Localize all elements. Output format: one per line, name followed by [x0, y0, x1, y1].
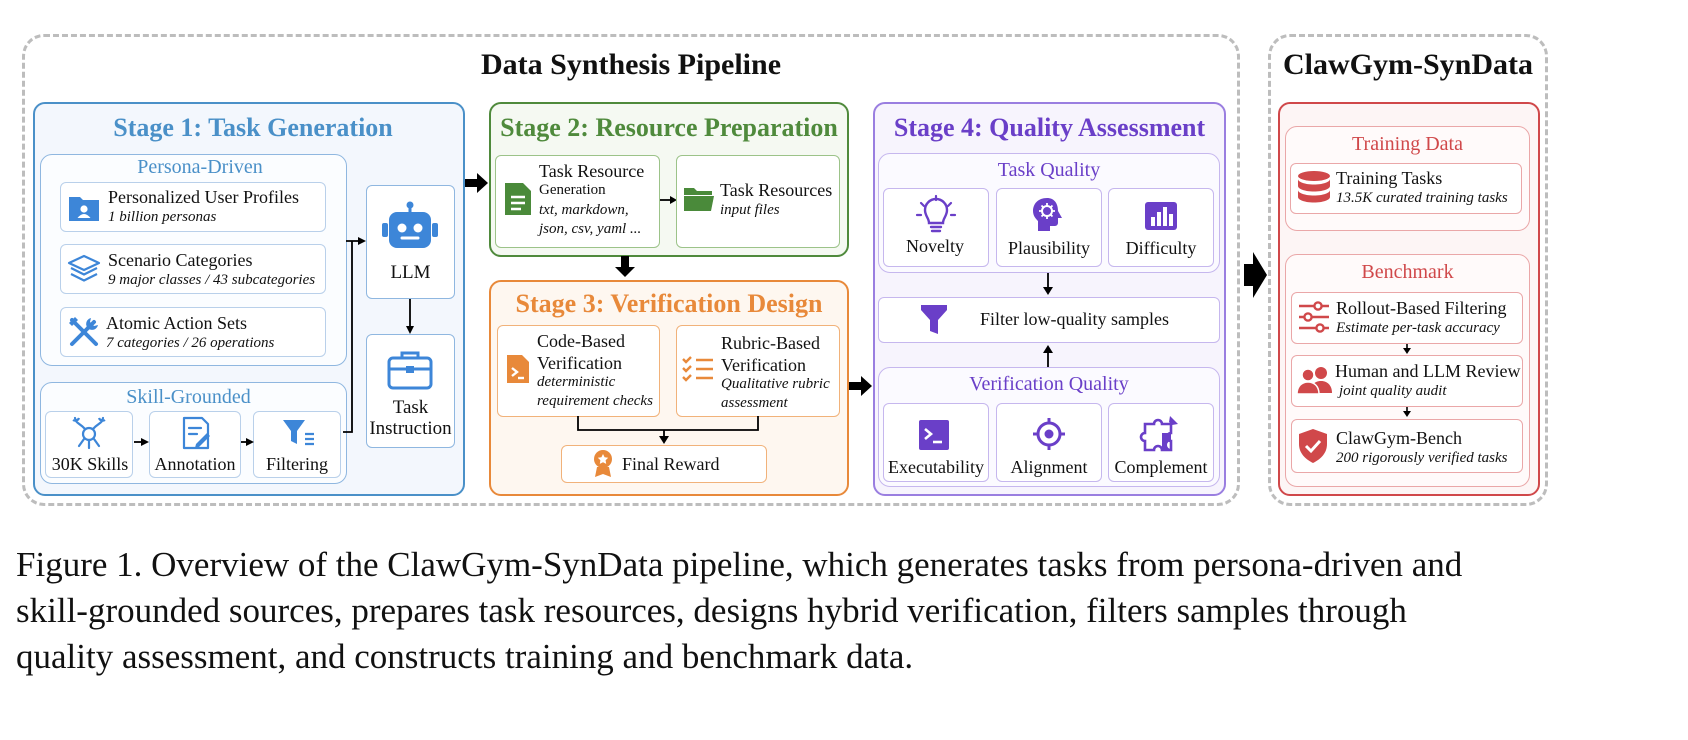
stage4-title: Stage 4: Quality Assessment — [893, 113, 1206, 142]
resource-generation-title: Generation — [539, 182, 606, 198]
benchmark-item-name: Human and LLM Review — [1335, 361, 1521, 381]
stage3-title: Stage 3: Verification Design — [515, 289, 823, 318]
stage3-connectors — [577, 416, 759, 444]
code-file-icon — [507, 355, 529, 383]
training-tasks-name: Training Tasks — [1336, 168, 1443, 188]
rubric-verification-title: Verification — [721, 355, 806, 375]
checklist-icon — [682, 356, 713, 382]
task-quality-label: Plausibility — [1007, 238, 1090, 258]
rubric-verification-sub: Qualitative rubric — [721, 376, 830, 392]
verification-quality-title: Verification Quality — [969, 373, 1129, 395]
arrow-review-to-bench — [1403, 407, 1411, 417]
task-resources-title: Task Resources — [720, 180, 833, 200]
puzzle-icon — [1139, 416, 1178, 452]
funnel-icon — [921, 305, 947, 334]
document-icon — [505, 183, 531, 215]
arrow-stage3-to-stage4 — [849, 376, 872, 396]
final-reward-label: Final Reward — [622, 454, 720, 474]
training-data-title: Training Data — [1352, 133, 1463, 155]
lightbulb-icon — [915, 194, 957, 233]
arrow-verification-quality-to-filter — [1043, 345, 1053, 367]
filter-label: Filter low-quality samples — [980, 309, 1169, 329]
figure-caption: Figure 1. Overview of the ClawGym-SynDat… — [16, 545, 1463, 584]
task-quality-label: Difficulty — [1125, 238, 1197, 258]
arrow-stage1-to-stage2 — [465, 173, 488, 193]
medal-icon — [594, 450, 612, 477]
bar-chart-icon — [1145, 202, 1177, 230]
figure-caption: quality assessment, and constructs train… — [16, 637, 914, 676]
arrow-stage2-to-stage3 — [615, 256, 635, 277]
rubric-verification-title: Rubric-Based — [721, 333, 820, 353]
arrow-pipeline-to-syndata — [1244, 252, 1267, 298]
benchmark-item-sub: Estimate per-task accuracy — [1336, 320, 1500, 336]
code-verification-title: Code-Based — [537, 331, 625, 351]
database-icon — [1298, 171, 1330, 203]
terminal-icon — [919, 420, 949, 450]
benchmark-item-sub: joint quality audit — [1339, 383, 1447, 399]
code-verification-sub: requirement checks — [537, 393, 653, 409]
rubric-verification-sub: assessment — [721, 395, 788, 411]
benchmark-item-sub: 200 rigorously verified tasks — [1336, 450, 1508, 466]
arrow-task-quality-to-filter — [1043, 273, 1053, 295]
stage1-connectors — [134, 237, 414, 446]
verification-quality-label: Executability — [888, 457, 984, 477]
folder-icon — [684, 188, 714, 211]
verification-quality-label: Alignment — [1010, 457, 1088, 477]
benchmark-item-name: ClawGym-Bench — [1336, 428, 1462, 448]
training-tasks-sub: 13.5K curated training tasks — [1336, 190, 1508, 206]
task-quality-label: Novelty — [906, 236, 964, 256]
verification-quality-label: Complement — [1114, 457, 1208, 477]
stage2-title: Stage 2: Resource Preparation — [500, 113, 838, 142]
users-icon — [1296, 367, 1332, 395]
code-verification-title: Verification — [537, 353, 622, 373]
benchmark-item-name: Rollout-Based Filtering — [1336, 298, 1507, 318]
sliders-icon — [1299, 301, 1329, 333]
task-quality-title: Task Quality — [997, 159, 1101, 181]
brain-icon — [1033, 198, 1062, 231]
code-verification-sub: deterministic — [537, 374, 616, 390]
resource-generation-title: Task Resource — [539, 161, 645, 181]
resource-generation-formats: json, csv, yaml ... — [539, 221, 642, 237]
resource-generation-formats: txt, markdown, — [539, 202, 629, 218]
task-resources-sub: input files — [720, 202, 780, 218]
syndata-title: ClawGym-SynData — [1282, 48, 1533, 81]
figure-caption: skill-grounded sources, prepares task re… — [16, 591, 1407, 630]
target-icon — [1033, 418, 1065, 450]
benchmark-title: Benchmark — [1361, 261, 1454, 283]
shield-check-icon — [1299, 429, 1327, 463]
